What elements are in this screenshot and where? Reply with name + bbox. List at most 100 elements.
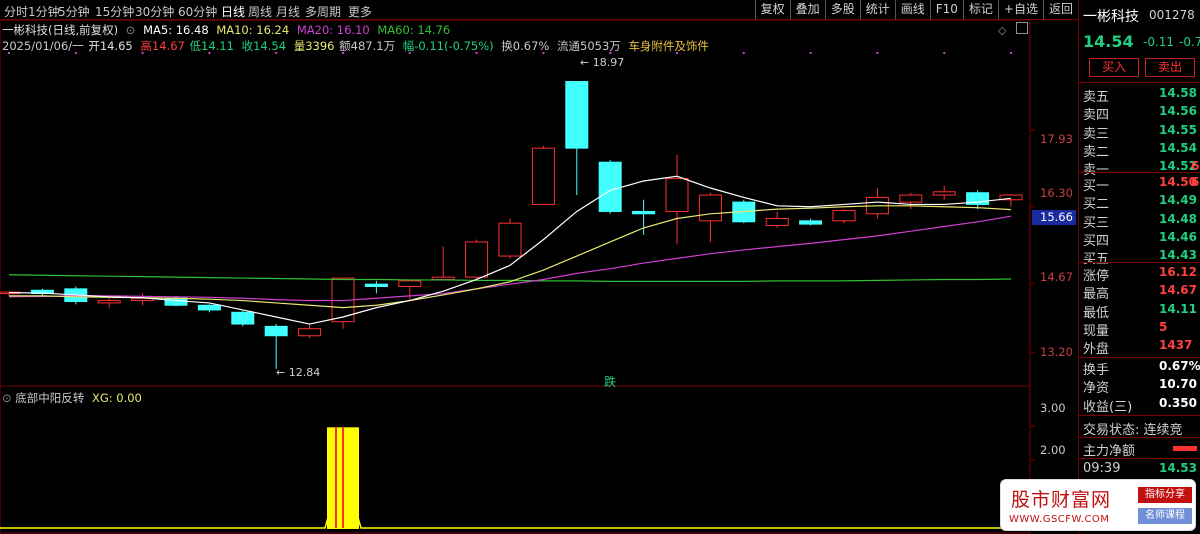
ask-row-0: 卖五 14.58 [1083, 86, 1200, 105]
main-net-label: 主力净额 [1083, 444, 1136, 459]
candle-body [565, 81, 589, 149]
marker-dot [475, 52, 478, 54]
stat-row-0-label: 涨停 [1083, 269, 1110, 284]
ask-row-1-value: 14.56 [1159, 104, 1197, 119]
divider [1079, 172, 1200, 173]
bid-row-1: 买二 14.49 [1083, 193, 1200, 213]
bid-row-4: 买五 14.43 [1083, 248, 1200, 267]
current-price-tag: 15.66 [1032, 210, 1076, 225]
ask-row-0-label: 卖五 [1083, 90, 1110, 105]
chart-close-icon[interactable] [1016, 22, 1028, 34]
bid-row-1-label: 买二 [1083, 197, 1110, 213]
stat-row-1: 最高 14.67 [1083, 283, 1200, 303]
bid-row-0: 买一 14.50 6 [1083, 175, 1200, 194]
divider [1079, 357, 1200, 358]
divider [1079, 82, 1200, 83]
marker-dot [1010, 52, 1012, 54]
bid-row-2: 买三 14.48 [1083, 211, 1200, 231]
bid-row-3-label: 买四 [1083, 233, 1110, 249]
bid-row-2-label: 买三 [1083, 215, 1110, 231]
high-value: 18.97 [592, 56, 625, 69]
indicator-title[interactable]: 底部中阳反转 [15, 391, 84, 405]
bid-row-4-value: 14.43 [1159, 248, 1197, 263]
low-annotation: ← 12.84 [276, 366, 321, 379]
indicator-menu-icon[interactable]: ⊙ [2, 391, 12, 405]
candle-body [799, 220, 823, 225]
stat2-row-1: 净资 10.70 [1083, 377, 1200, 397]
candle-body [231, 311, 255, 325]
candle-body [498, 222, 522, 257]
buy-button[interactable]: 买入 [1089, 58, 1139, 77]
stat-row-4-label: 外盘 [1083, 342, 1110, 358]
marker-dot [74, 52, 77, 54]
watermark-title: 股市财富网 [1011, 489, 1112, 511]
candle-body [531, 147, 555, 205]
ask-row-1-label: 卖四 [1083, 108, 1110, 124]
bid-row-3-value: 14.46 [1159, 229, 1197, 244]
stat-row-2-value: 14.11 [1159, 301, 1197, 316]
tick-row-value: 14.53 [1159, 461, 1197, 475]
ask-row-3: 卖二 14.54 [1083, 140, 1200, 160]
marker-dot [542, 52, 545, 54]
stat2-row-2-label: 收益(三) [1083, 399, 1133, 415]
stat-row-0-value: 16.12 [1159, 265, 1197, 279]
divider [1079, 415, 1200, 416]
watermark-badge-share[interactable]: 指标分享 [1138, 487, 1192, 503]
bid-row-1-value: 14.49 [1159, 193, 1197, 208]
indicator-xg: XG: 0.00 [91, 391, 142, 405]
stock-name: 一彬科技 [1083, 9, 1139, 25]
kline-chart[interactable] [0, 0, 1078, 534]
marker-dot [742, 52, 745, 54]
candle-body [632, 210, 656, 215]
stat2-row-1-value: 10.70 [1159, 377, 1197, 392]
watermark-badge-course[interactable]: 名师课程 [1138, 508, 1192, 524]
sell-button[interactable]: 卖出 [1145, 58, 1195, 77]
marker-dot [208, 52, 211, 54]
indicator-line [0, 471, 1030, 529]
divider [1079, 262, 1200, 263]
price-tick-3: 14.67 [1040, 270, 1073, 284]
marker-dot [8, 52, 10, 54]
stat-row-2-label: 最低 [1083, 305, 1110, 321]
high-annotation: ← 18.97 [580, 56, 625, 69]
tick-row: 09:39 14.53 [1083, 461, 1200, 479]
bid-row-3: 买四 14.46 [1083, 229, 1200, 249]
stat2-row-0-label: 换手 [1083, 363, 1110, 378]
main-net-row[interactable]: 主力净额 [1083, 440, 1200, 459]
stat2-row-1-label: 净资 [1083, 381, 1110, 397]
indicator-header: ⊙ 底部中阳反转 XG: 0.00 [2, 390, 142, 406]
candle-body [97, 300, 121, 304]
stat2-row-0-value: 0.67% [1159, 359, 1200, 373]
ask-row-3-value: 14.54 [1159, 140, 1197, 155]
ask-row-1: 卖四 14.56 [1083, 104, 1200, 124]
price-change: -0.11 [1143, 35, 1175, 49]
tick-row-label: 09:39 [1083, 461, 1121, 476]
stat-row-1-label: 最高 [1083, 287, 1110, 303]
watermark-url: WWW.GSCFW.COM [1009, 514, 1110, 525]
ask-row-2: 卖三 14.55 [1083, 122, 1200, 142]
candle-body [698, 194, 722, 222]
stat-row-4-value: 1437 [1159, 338, 1193, 353]
candle-body [932, 191, 956, 196]
indicator-tick-3: 3.00 [1040, 401, 1066, 415]
candle-body [431, 276, 455, 280]
price-tick-4: 13.20 [1040, 345, 1073, 359]
marker-dot [809, 52, 812, 54]
marker-dot [609, 52, 612, 54]
quote-panel: 一彬科技 001278 14.54 -0.11 -0.7 买入 卖出 卖五 14.… [1078, 0, 1200, 534]
divider [1079, 437, 1200, 438]
candle-body [164, 297, 188, 306]
low-value: 12.84 [288, 366, 321, 379]
bid-row-0-qty: 6 [1191, 175, 1200, 189]
stat2-row-2-value: 0.350 [1159, 395, 1197, 410]
chart-options-icon[interactable]: ◇ [998, 24, 1006, 37]
marker-dot [676, 52, 678, 54]
candle-body [364, 283, 388, 288]
ask-row-2-value: 14.55 [1159, 122, 1197, 137]
watermark-logo: 股市财富网 WWW.GSCFW.COM 指标分享 名师课程 [1000, 479, 1196, 531]
candle-body [765, 218, 789, 227]
candle-body [264, 325, 288, 337]
candle-body [598, 161, 622, 212]
price-tick-1: 17.93 [1040, 132, 1073, 146]
bid-row-2-value: 14.48 [1159, 211, 1197, 226]
